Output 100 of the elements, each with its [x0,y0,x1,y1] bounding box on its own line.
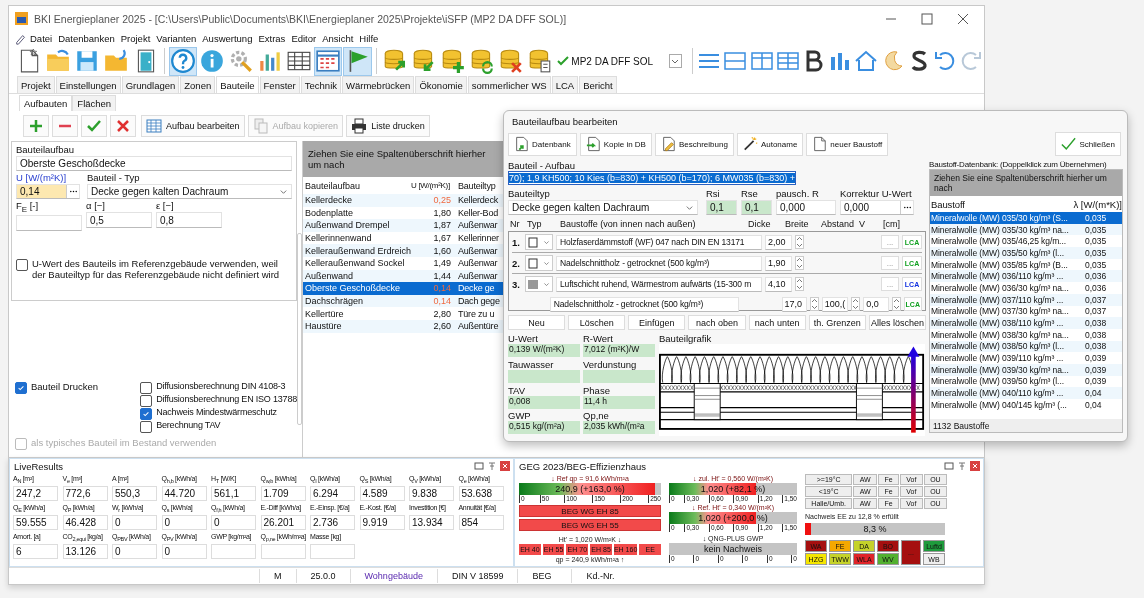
action-button[interactable]: Einfügen [628,315,686,330]
type-dropdown[interactable]: Decke gegen kalten Dachraum [508,200,698,215]
action-button[interactable]: nach oben [688,315,746,330]
table-row[interactable]: Mineralwolle (MW) 035/30 kg/m³ (S... 0,035 [930,212,1122,224]
spin-button[interactable] [891,297,901,311]
status-button[interactable]: BEG WG EH 85 [519,505,661,517]
menu-item[interactable]: Datei [27,33,56,44]
toolbar-button[interactable]: Aufbau bearbeiten [141,115,245,137]
dropdown-button[interactable] [668,54,682,68]
close-icon[interactable] [970,461,980,471]
action-button[interactable]: nach unten [748,315,806,330]
material-field[interactable]: Holzfaserdämmstoff (WF) 047 nach DIN EN 13171 [556,234,762,250]
column-header[interactable]: U [W/(m²K)] [410,181,456,190]
toolbar-button[interactable]: Liste drucken [346,115,430,137]
toolbar-button[interactable]: Beschreibung [654,132,734,156]
spin-button[interactable] [795,235,804,249]
column-header[interactable]: λ [W/(m*K)] [1071,198,1122,210]
pin-icon[interactable] [957,461,967,471]
close-button[interactable]: Schließen [1055,132,1121,156]
house-icon[interactable] [854,49,879,73]
status-button[interactable]: BEG WG EH 55 [519,519,661,531]
table-row[interactable]: Mineralwolle (MW) 038/30 kg/m³ na... 0,038 [930,328,1122,341]
tab[interactable]: Fenster [259,76,300,93]
name-field[interactable]: Oberste Geschoßdecke [16,156,292,171]
u-value-field[interactable]: 0,14 [16,184,80,199]
tab[interactable]: Zonen [180,76,216,93]
toolbar-button[interactable] [314,46,343,76]
thickness-field[interactable]: 4,10 [765,276,792,292]
table-row[interactable]: Mineralwolle (MW) 040/110 kg/m³ ... 0,04 [930,387,1122,399]
table-row[interactable]: Mineralwolle (MW) 035/50 kg/m³ (l... 0,035 [930,247,1122,259]
tab[interactable]: Wärmebrücken [342,76,415,93]
input-field[interactable]: 0,1 [706,200,737,215]
input-field[interactable]: 70); 1,9 KH500; 10 Kies (b=830) + KH500 (b=170); 6 MW035 (b=830) + [508,171,796,185]
tab[interactable]: Projekt [17,76,55,93]
checkbox[interactable] [140,382,153,394]
table-row[interactable]: Mineralwolle (MW) 037/30 kg/m³ na... 0,037 [930,305,1122,318]
table-row[interactable]: Mineralwolle (MW) 039/50 kg/m³ (l... 0,039 [930,375,1122,388]
toolbar-button[interactable]: neuer Baustoff [806,132,889,156]
material-field[interactable]: Nadelschnittholz - getrocknet (500 kg/m³) [556,255,762,271]
menu-item[interactable]: Auswertung [199,33,256,44]
more-button[interactable]: ... [881,277,899,291]
tab[interactable]: Grundlagen [121,76,180,93]
restore-icon[interactable] [944,461,954,471]
spin-button[interactable] [795,277,804,291]
table-row[interactable]: Mineralwolle (MW) 035/85 kg/m³ (B... 0,035 [930,258,1122,271]
tab[interactable]: Bericht [579,76,617,93]
toolbar-button[interactable] [52,115,78,137]
menu-item[interactable]: Ansicht [319,33,357,44]
input-field[interactable]: 0,1 [741,200,772,215]
spin-button[interactable] [809,297,819,311]
tab[interactable]: sommerlicher WS [467,76,551,93]
tab[interactable]: Technik [300,76,341,93]
tab[interactable]: Ökonomie [415,76,467,93]
tab[interactable]: Einstellungen [55,76,121,93]
menu-item[interactable]: Varianten [153,33,200,44]
input-field[interactable]: 0,0 [863,296,889,312]
checkbox[interactable] [16,258,28,271]
toolbar-button[interactable]: Datenbank [508,132,577,156]
thickness-field[interactable]: 2,00 [765,234,792,250]
input-field[interactable]: 0,000 [840,200,914,215]
checkbox[interactable] [140,408,153,420]
table-row[interactable]: Mineralwolle (MW) 035/46,25 kg/m... 0,035 [930,235,1122,248]
table-row[interactable]: Mineralwolle (MW) 040/145 kg/m³ (... 0,04 [930,399,1122,411]
table-row[interactable]: Mineralwolle (MW) 039/30 kg/m³ na... 0,039 [930,363,1122,376]
toolbar-button[interactable] [343,46,372,76]
material-field[interactable]: Nadelschnittholz - getrocknet (500 kg/m³) [549,296,739,312]
rows-icon[interactable] [723,49,748,73]
maximize-icon[interactable] [920,11,934,26]
close-icon[interactable] [500,461,510,471]
table-row[interactable]: Mineralwolle (MW) 036/30 kg/m³ na... 0,036 [930,282,1122,294]
pin-icon[interactable] [487,461,497,471]
more-button[interactable]: ... [881,235,899,249]
checkbox[interactable] [140,395,153,407]
input-field[interactable]: 0,000 [776,200,836,215]
action-button[interactable]: Alles löschen [868,315,926,330]
menu-item[interactable]: Projekt [117,33,154,44]
table-row[interactable]: Mineralwolle (MW) 038/50 kg/m³ (l... 0,038 [930,340,1122,353]
input-field[interactable]: 17,0 [781,296,807,312]
toolbar-button[interactable]: Autoname [736,132,804,156]
table-row[interactable]: Mineralwolle (MW) 039/110 kg/m³ ... 0,039 [930,352,1122,364]
type-dropdown[interactable] [525,234,553,250]
restore-icon[interactable] [474,461,484,471]
type-dropdown[interactable] [525,255,553,271]
tab[interactable]: Bauteile [216,76,259,93]
spin-button[interactable] [795,256,804,270]
input-field[interactable]: 100,( [821,296,849,312]
table-row[interactable]: Mineralwolle (MW) 037/110 kg/m³ ... 0,037 [930,293,1122,306]
menu-item[interactable]: Extras [255,33,289,44]
action-button[interactable]: Neu [508,315,566,330]
tab[interactable]: Aufbauten [19,95,73,111]
input-field[interactable] [16,214,82,231]
input-field[interactable]: 0,5 [86,212,152,228]
tab[interactable]: Flächen [72,95,117,111]
material-field[interactable]: Luftschicht ruhend, Wärmestrom aufwärts (15-300 m [556,276,762,292]
more-button[interactable]: ... [881,256,899,270]
toolbar-button[interactable] [110,115,136,137]
table-row[interactable]: Mineralwolle (MW) 036/110 kg/m³ ... 0,036 [930,270,1122,283]
close-icon[interactable] [956,11,970,26]
column-header[interactable]: Baustoff [930,198,1072,210]
thickness-field[interactable]: 1,90 [765,255,792,271]
